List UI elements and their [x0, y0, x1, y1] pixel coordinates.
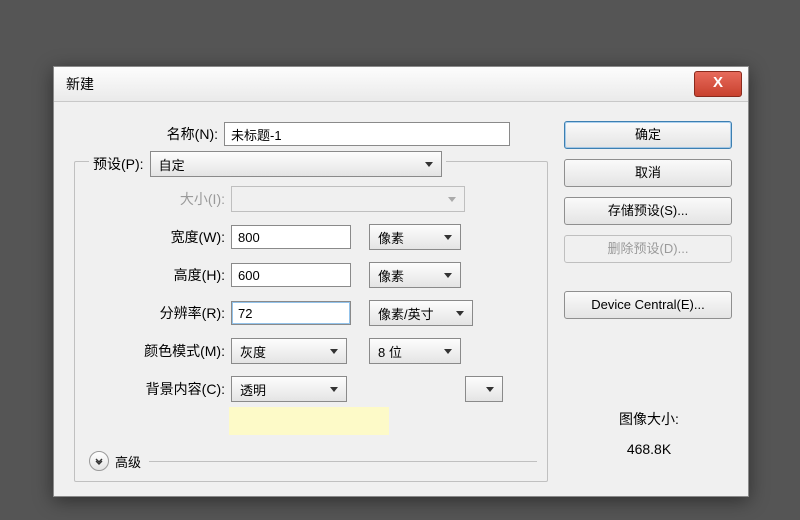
name-input[interactable]	[224, 122, 510, 146]
width-input[interactable]	[231, 225, 351, 249]
ok-button[interactable]: 确定	[564, 121, 732, 149]
row-width: 宽度(W): 像素	[75, 218, 547, 256]
right-button-column: 确定 取消 存储预设(S)... 删除预设(D)... Device Centr…	[564, 121, 734, 457]
background-tail-select[interactable]	[465, 376, 503, 402]
row-color-mode: 颜色模式(M): 灰度 8 位	[75, 332, 547, 370]
image-size-label: 图像大小:	[564, 409, 734, 429]
advanced-divider	[149, 461, 537, 462]
width-unit-select[interactable]: 像素	[369, 224, 461, 250]
dialog-title: 新建	[66, 74, 694, 94]
resolution-input[interactable]	[231, 301, 351, 325]
advanced-expand-icon[interactable]	[89, 451, 109, 471]
row-resolution: 分辨率(R): 像素/英寸	[75, 294, 547, 332]
background-label: 背景内容(C):	[75, 379, 231, 399]
image-size-block: 图像大小: 468.8K	[564, 409, 734, 457]
size-select	[231, 186, 465, 212]
background-select[interactable]: 透明	[231, 376, 347, 402]
row-size: 大小(I):	[75, 180, 547, 218]
height-unit-value: 像素	[378, 266, 404, 285]
name-label: 名称(N):	[68, 124, 224, 144]
row-name: 名称(N):	[68, 115, 548, 153]
row-advanced: 高级	[89, 447, 537, 475]
bit-depth-value: 8 位	[378, 342, 402, 361]
close-button[interactable]: X	[694, 71, 742, 97]
resolution-label: 分辨率(R):	[75, 303, 231, 323]
titlebar[interactable]: 新建 X	[54, 67, 748, 102]
preset-select-value: 自定	[159, 155, 185, 174]
preset-fieldset: 预设(P): 自定 大小(I): 宽度(W): 像素	[74, 161, 548, 482]
dialog-body: 确定 取消 存储预设(S)... 删除预设(D)... Device Centr…	[68, 115, 734, 482]
delete-preset-button: 删除预设(D)...	[564, 235, 732, 263]
form-area: 名称(N): 预设(P): 自定 大小(I):	[68, 115, 548, 482]
row-height: 高度(H): 像素	[75, 256, 547, 294]
advanced-label: 高级	[115, 452, 141, 471]
width-unit-value: 像素	[378, 228, 404, 247]
resolution-unit-select[interactable]: 像素/英寸	[369, 300, 473, 326]
resolution-unit-value: 像素/英寸	[378, 304, 434, 323]
row-background: 背景内容(C): 透明	[75, 370, 547, 408]
preset-select[interactable]: 自定	[150, 151, 442, 177]
preset-legend: 预设(P): 自定	[89, 151, 446, 177]
size-label: 大小(I):	[75, 189, 231, 209]
bit-depth-select[interactable]: 8 位	[369, 338, 461, 364]
height-label: 高度(H):	[75, 265, 231, 285]
background-value: 透明	[240, 380, 266, 399]
new-document-dialog: 新建 X 确定 取消 存储预设(S)... 删除预设(D)... Device …	[53, 66, 749, 497]
color-mode-select[interactable]: 灰度	[231, 338, 347, 364]
color-mode-value: 灰度	[240, 342, 266, 361]
preset-label: 预设(P):	[93, 154, 144, 174]
color-mode-label: 颜色模式(M):	[75, 341, 231, 361]
height-input[interactable]	[231, 263, 351, 287]
cancel-button[interactable]: 取消	[564, 159, 732, 187]
save-preset-button[interactable]: 存储预设(S)...	[564, 197, 732, 225]
height-unit-select[interactable]: 像素	[369, 262, 461, 288]
bg-highlight	[229, 407, 389, 435]
width-label: 宽度(W):	[75, 227, 231, 247]
device-central-button[interactable]: Device Central(E)...	[564, 291, 732, 319]
image-size-value: 468.8K	[564, 441, 734, 457]
